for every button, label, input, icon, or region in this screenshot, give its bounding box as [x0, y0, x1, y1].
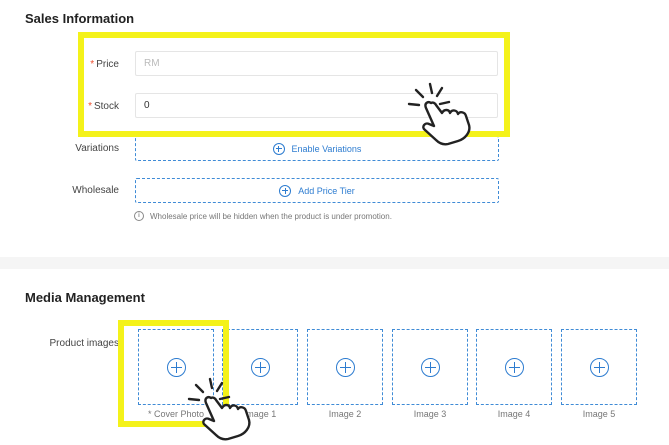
plus-circle-icon [421, 358, 440, 377]
add-price-tier-button[interactable]: Add Price Tier [135, 178, 499, 203]
image-5-label: Image 5 [582, 409, 616, 419]
variations-label: Variations [75, 143, 119, 154]
product-images-label: Product images [49, 338, 119, 349]
media-management-title: Media Management [25, 290, 145, 305]
image-2-slot[interactable] [307, 329, 383, 405]
hand-pointer-icon [187, 377, 251, 441]
enable-variations-label: Enable Variations [291, 143, 362, 154]
sales-information-title: Sales Information [25, 11, 135, 26]
image-3-label: Image 3 [413, 409, 447, 419]
image-4-slot[interactable] [476, 329, 552, 405]
image-5-slot[interactable] [561, 329, 637, 405]
image-4-label: Image 4 [497, 409, 531, 419]
image-3-slot[interactable] [392, 329, 468, 405]
plus-circle-icon [251, 358, 270, 377]
plus-circle-icon [336, 358, 355, 377]
wholesale-note: i Wholesale price will be hidden when th… [134, 211, 392, 221]
wholesale-label: Wholesale [72, 185, 119, 196]
add-price-tier-label: Add Price Tier [298, 185, 355, 196]
plus-circle-icon [272, 142, 285, 155]
plus-circle-icon [505, 358, 524, 377]
image-2-label: Image 2 [328, 409, 362, 419]
wholesale-note-text: Wholesale price will be hidden when the … [150, 211, 392, 221]
hand-pointer-icon [407, 82, 471, 146]
plus-circle-icon [279, 184, 292, 197]
info-icon: i [134, 211, 144, 221]
plus-circle-icon [590, 358, 609, 377]
